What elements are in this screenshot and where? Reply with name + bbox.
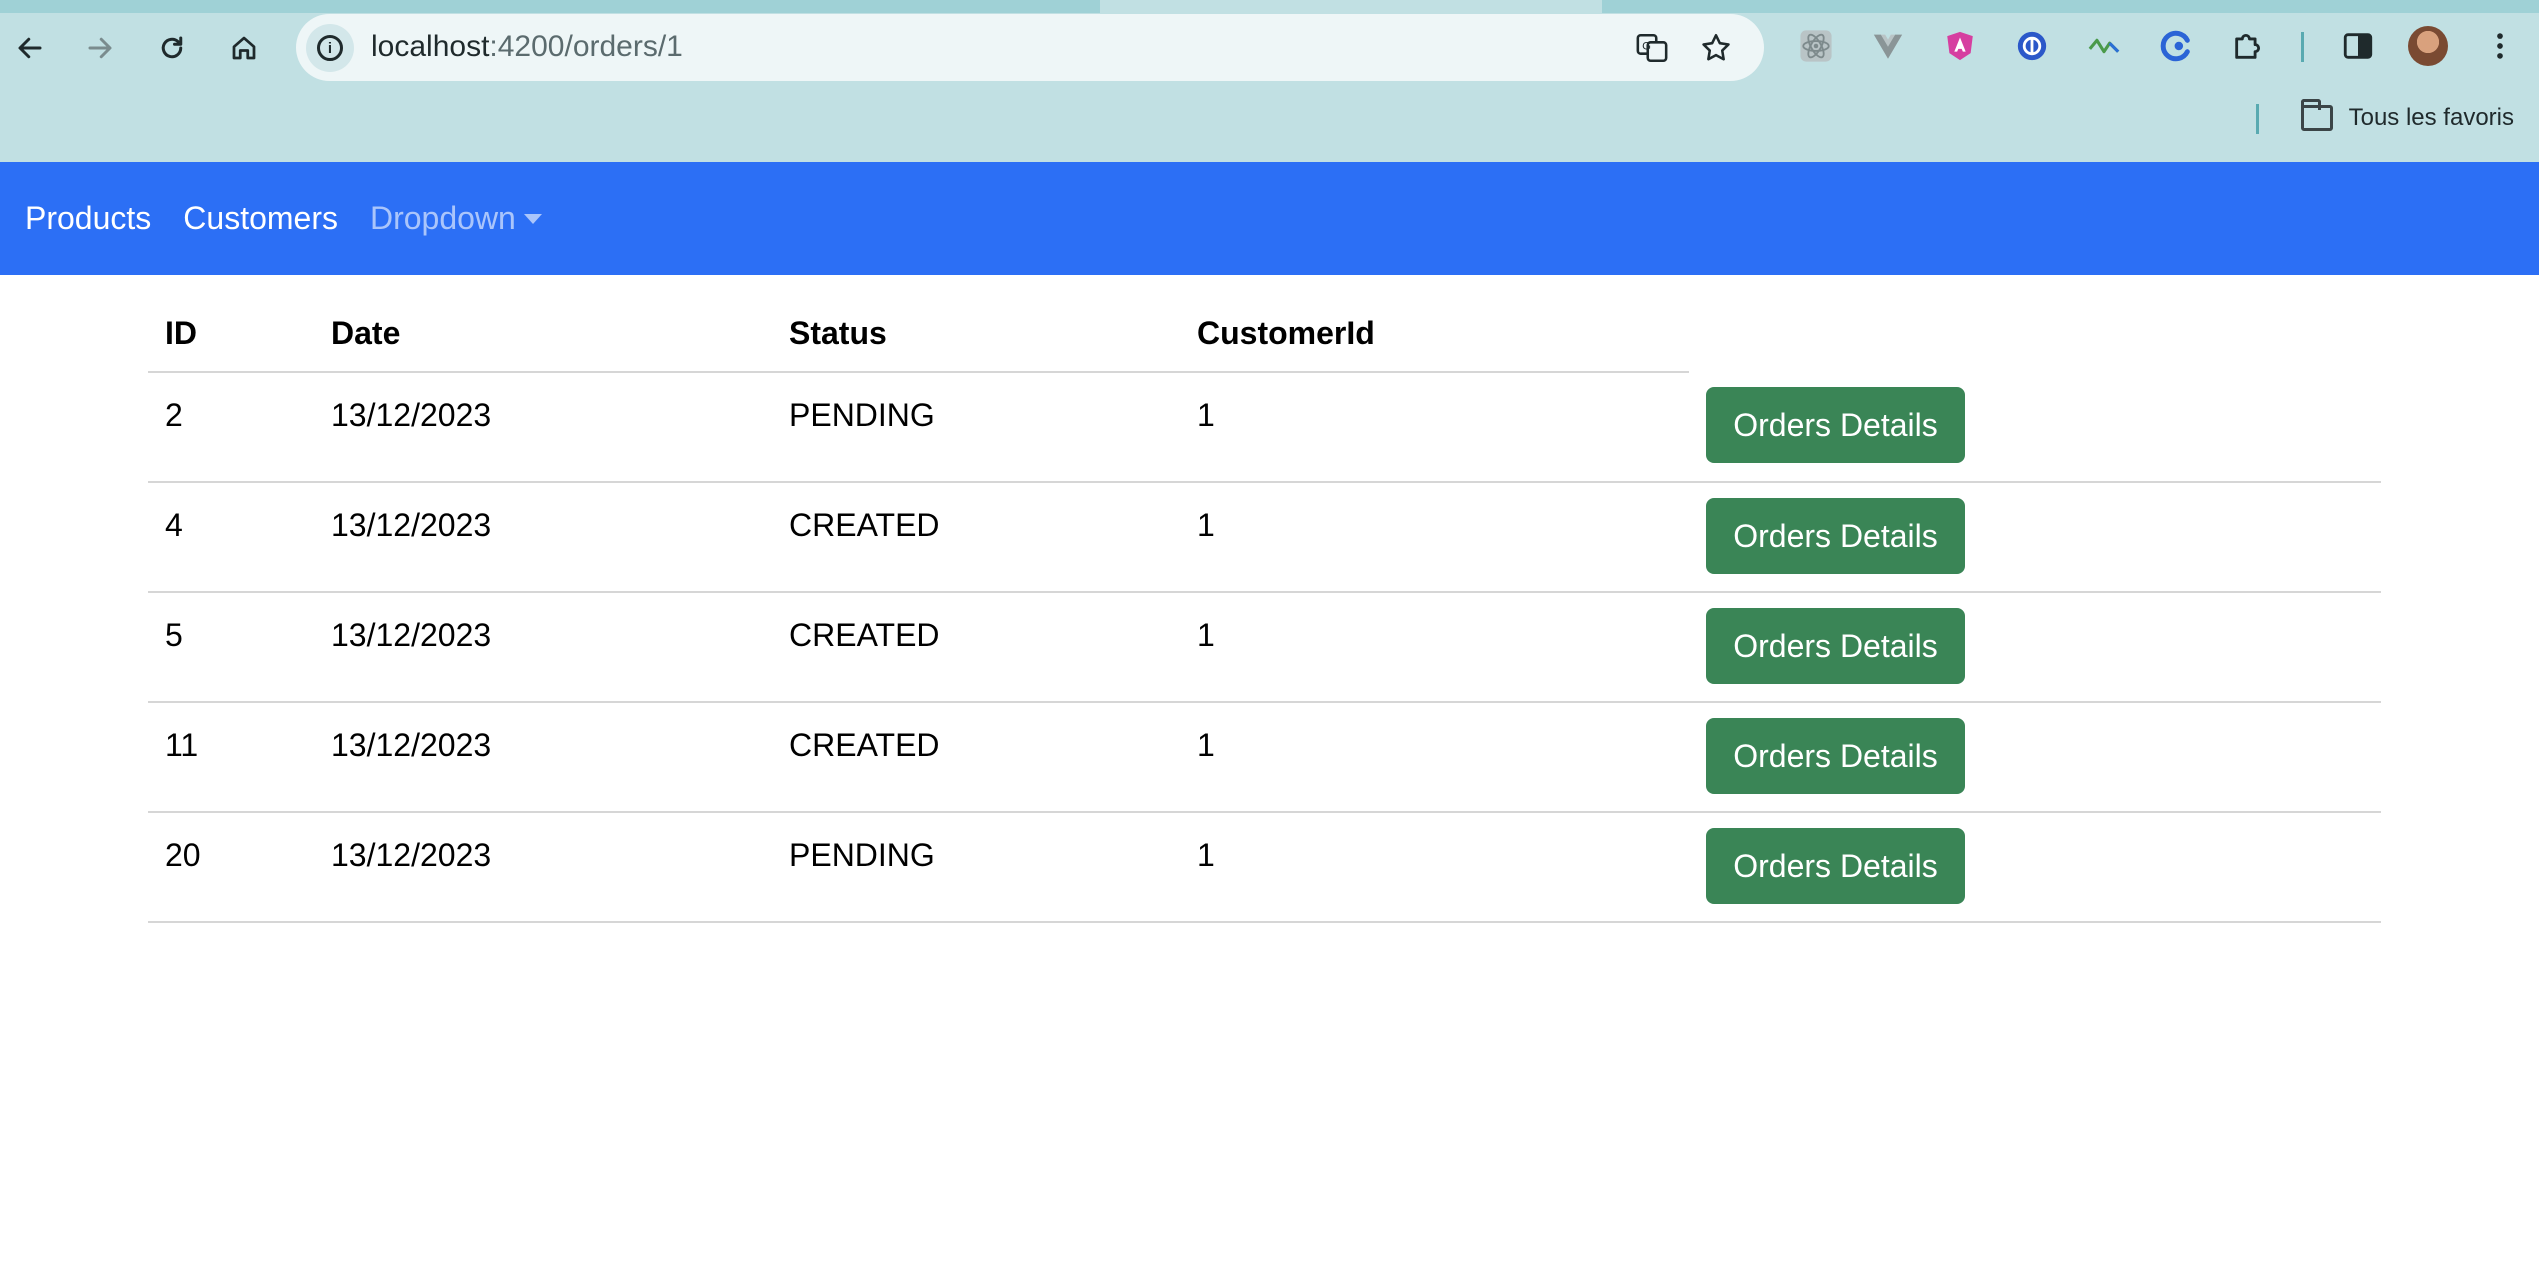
column-header-id: ID (148, 296, 314, 373)
extension-button[interactable] (2082, 24, 2126, 68)
url-host: localhost (371, 30, 490, 63)
cell-id: 5 (148, 592, 314, 703)
back-button[interactable] (4, 22, 56, 74)
bookmarks-all-folder[interactable]: Tous les favoris (2300, 99, 2514, 132)
home-icon (232, 36, 256, 60)
tab-strip-accent (0, 0, 1100, 13)
folder-icon (2300, 99, 2333, 131)
bookmark-star-button[interactable] (1694, 26, 1738, 70)
cell-customer-id: 1 (1180, 812, 1689, 923)
cell-action: Orders Details (1689, 592, 2381, 703)
cell-id: 20 (148, 812, 314, 923)
cell-date: 13/12/2023 (314, 482, 772, 593)
react-devtools-button[interactable] (1794, 24, 1838, 68)
cell-customer-id: 1 (1180, 372, 1689, 483)
svg-text:G: G (1642, 40, 1651, 52)
cell-status: CREATED (772, 592, 1180, 703)
cell-customer-id: 1 (1180, 702, 1689, 813)
extension-icon (2160, 30, 2190, 62)
translate-icon: G (1636, 33, 1668, 63)
reload-icon (161, 36, 183, 59)
url-path: :4200/orders/1 (489, 30, 683, 63)
bookmarks-divider (2256, 104, 2259, 134)
star-icon (1702, 33, 1730, 61)
cell-action: Orders Details (1689, 372, 2381, 483)
tab-strip-accent (1602, 0, 2539, 13)
info-icon: i (317, 35, 343, 61)
table-row: 20 13/12/2023 PENDING 1 Orders Details (148, 812, 2381, 923)
cell-id: 11 (148, 702, 314, 813)
side-panel-button[interactable] (2336, 24, 2380, 68)
react-devtools-icon (1800, 30, 1832, 62)
reload-button[interactable] (146, 22, 198, 74)
site-info-button[interactable]: i (306, 24, 354, 72)
kebab-menu-icon (2497, 33, 2503, 59)
table-row: 11 13/12/2023 CREATED 1 Orders Details (148, 702, 2381, 813)
column-header-action (1689, 296, 2381, 372)
cell-date: 13/12/2023 (314, 702, 772, 813)
table-row: 4 13/12/2023 CREATED 1 Orders Details (148, 482, 2381, 593)
cell-customer-id: 1 (1180, 592, 1689, 703)
cell-date: 13/12/2023 (314, 372, 772, 483)
nav-dropdown-label: Dropdown (369, 200, 516, 236)
cell-status: PENDING (772, 812, 1180, 923)
side-panel-icon (2343, 33, 2373, 59)
url-text[interactable]: localhost:4200/orders/1 (371, 30, 683, 64)
home-button[interactable] (218, 22, 270, 74)
vue-devtools-icon (1873, 34, 1903, 59)
caret-down-icon (523, 213, 542, 224)
vue-devtools-button[interactable] (1866, 24, 1910, 68)
arrow-left-icon (18, 37, 42, 59)
column-header-customer-id: CustomerId (1180, 296, 1689, 373)
angular-devtools-icon (1947, 31, 1973, 61)
extension-button[interactable] (2154, 24, 2198, 68)
orders-details-button[interactable]: Orders Details (1706, 828, 1965, 904)
table-header-row: ID Date Status CustomerId (148, 296, 2381, 373)
nav-dropdown[interactable]: Dropdown (370, 200, 542, 237)
orders-details-button[interactable]: Orders Details (1706, 387, 1965, 463)
bookmarks-label: Tous les favoris (2348, 104, 2514, 131)
cell-date: 13/12/2023 (314, 812, 772, 923)
browser-menu-button[interactable] (2478, 24, 2522, 68)
app-navbar: Products Customers Dropdown (0, 162, 2539, 275)
cell-action: Orders Details (1689, 812, 2381, 923)
cell-status: CREATED (772, 482, 1180, 593)
column-header-status: Status (772, 296, 1180, 373)
cell-status: CREATED (772, 702, 1180, 813)
cell-action: Orders Details (1689, 702, 2381, 813)
orders-details-button[interactable]: Orders Details (1706, 498, 1965, 574)
translate-button[interactable]: G (1630, 26, 1674, 70)
address-bar[interactable]: i localhost:4200/orders/1 G (296, 14, 1764, 81)
orders-table: ID Date Status CustomerId 2 13/12/2023 P… (148, 296, 2381, 923)
orders-table-container: ID Date Status CustomerId 2 13/12/2023 P… (148, 296, 2381, 923)
puzzle-icon (2235, 33, 2261, 59)
cell-id: 4 (148, 482, 314, 593)
nav-link-products[interactable]: Products (25, 200, 151, 237)
cell-customer-id: 1 (1180, 482, 1689, 593)
arrow-right-icon (88, 37, 112, 59)
extensions-menu-button[interactable] (2226, 24, 2270, 68)
extension-icon (2088, 38, 2120, 54)
table-row: 2 13/12/2023 PENDING 1 Orders Details (148, 372, 2381, 483)
orders-details-button[interactable]: Orders Details (1706, 718, 1965, 794)
cell-status: PENDING (772, 372, 1180, 483)
cell-action: Orders Details (1689, 482, 2381, 593)
column-header-date: Date (314, 296, 772, 373)
cell-id: 2 (148, 372, 314, 483)
orders-details-button[interactable]: Orders Details (1706, 608, 1965, 684)
cell-date: 13/12/2023 (314, 592, 772, 703)
toolbar-divider (2301, 32, 2304, 62)
forward-button[interactable] (74, 22, 126, 74)
table-row: 5 13/12/2023 CREATED 1 Orders Details (148, 592, 2381, 703)
nav-link-customers[interactable]: Customers (183, 200, 338, 237)
avatar[interactable] (2408, 26, 2448, 66)
extension-button[interactable] (2010, 24, 2054, 68)
angular-devtools-button[interactable] (1938, 24, 1982, 68)
browser-chrome: i localhost:4200/orders/1 G Tous les fav… (0, 0, 2539, 162)
extension-icon (2017, 31, 2047, 61)
